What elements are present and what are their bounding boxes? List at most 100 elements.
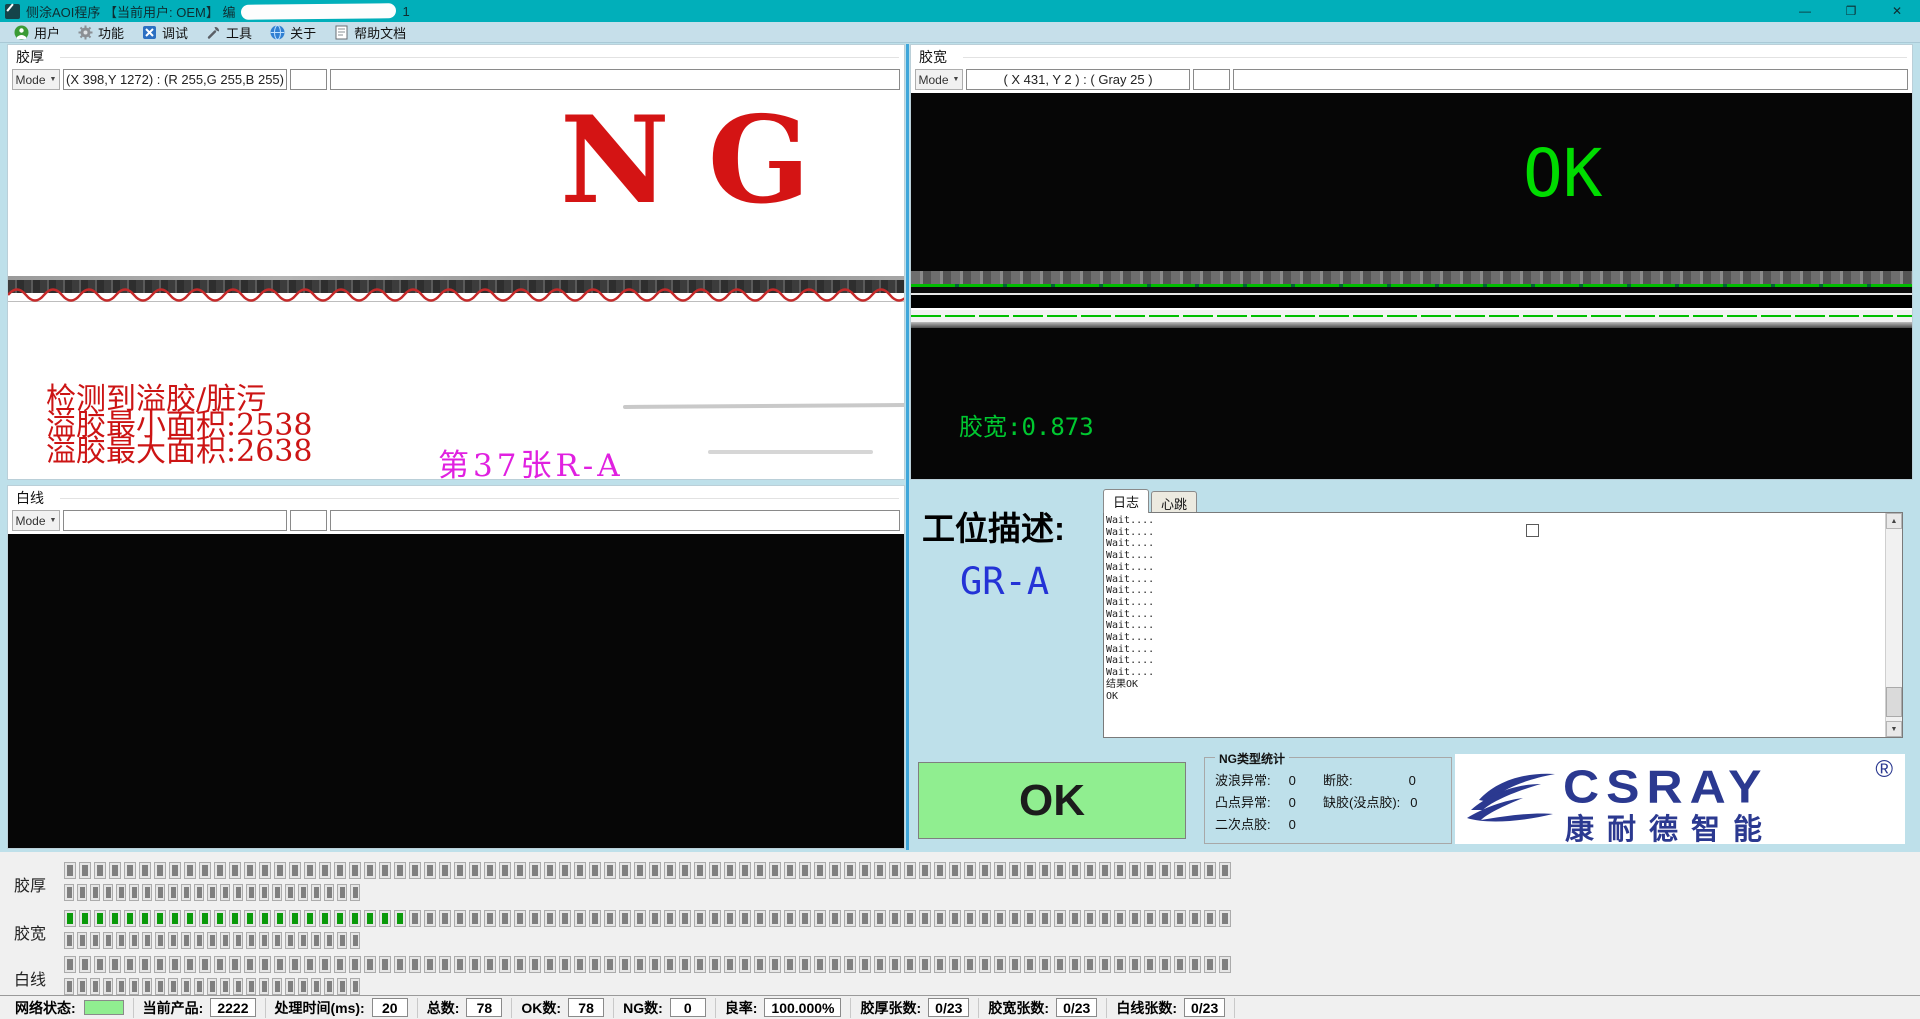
frame-indicator: [103, 978, 113, 995]
frame-indicator: [214, 956, 226, 973]
frame-indicator: [664, 862, 676, 879]
frame-indicator: [769, 910, 781, 927]
log-panel: Wait....Wait....Wait....Wait....Wait....…: [1103, 512, 1903, 738]
menu-item-help[interactable]: 帮助文档: [328, 22, 418, 43]
status-item: 白线张数:0/23: [1107, 998, 1235, 1018]
frame-indicator: [769, 956, 781, 973]
width-info-box: [1233, 69, 1908, 90]
frame-indicator: [424, 956, 436, 973]
frame-indicator: [94, 862, 106, 879]
white-line-image-view[interactable]: [8, 534, 904, 848]
frame-indicator: [79, 956, 91, 973]
frame-indicator: [544, 910, 556, 927]
menu-item-function[interactable]: 功能: [72, 22, 136, 43]
frame-indicator: [169, 956, 181, 973]
frame-indicator: [168, 884, 178, 901]
frame-indicator: [319, 910, 331, 927]
frame-indicator: [889, 956, 901, 973]
frame-indicator: [272, 932, 282, 949]
width-image-view[interactable]: OK 胶宽:0.873: [911, 93, 1912, 479]
frame-indicator: [784, 910, 796, 927]
frame-indicator: [529, 862, 541, 879]
frame-indicator: [116, 884, 126, 901]
frame-indicator: [1069, 862, 1081, 879]
log-line: Wait....: [1106, 609, 1883, 621]
frame-indicator: [409, 862, 421, 879]
menu-item-label: 调试: [162, 23, 188, 42]
thickness-mode-dropdown[interactable]: Mode▼: [12, 69, 60, 90]
frame-indicator: [1174, 862, 1186, 879]
width-mode-dropdown[interactable]: Mode▼: [915, 69, 963, 90]
frame-indicator: [499, 956, 511, 973]
frame-indicator: [274, 862, 286, 879]
width-measurement-text: 胶宽:0.873: [959, 407, 1094, 442]
frame-indicator: [1159, 862, 1171, 879]
frame-indicator: [90, 884, 100, 901]
status-item-value: 0: [670, 998, 706, 1017]
menu-item-user[interactable]: 用户: [8, 22, 72, 43]
frame-indicator: [1009, 862, 1021, 879]
frame-indicator: [679, 862, 691, 879]
menu-item-debug[interactable]: 调试: [136, 22, 200, 43]
frame-indicator: [874, 910, 886, 927]
frame-indicator: [1084, 910, 1096, 927]
white-line-mode-dropdown[interactable]: Mode▼: [12, 510, 60, 531]
frame-indicator: [184, 910, 196, 927]
frame-indicator: [207, 932, 217, 949]
frame-indicator: [484, 910, 496, 927]
status-item-label: 良率:: [725, 998, 758, 1018]
status-item-label: 胶厚张数:: [860, 998, 921, 1018]
tab-heartbeat[interactable]: 心跳: [1151, 491, 1197, 514]
brand-logo-card: CSRAY ® 康耐德智能: [1455, 754, 1905, 844]
frame-indicator: [274, 956, 286, 973]
frame-indicator: [1009, 956, 1021, 973]
frame-indicator: [694, 956, 706, 973]
frame-indicator: [1054, 956, 1066, 973]
overall-result-button[interactable]: OK: [918, 762, 1186, 839]
minimize-button[interactable]: —: [1782, 0, 1828, 22]
frame-indicator: [259, 884, 269, 901]
frame-indicator: [1114, 956, 1126, 973]
frame-indicator: [469, 862, 481, 879]
thickness-image-view[interactable]: NG 检测到溢胶/脏污 溢胶最小面积:2538 溢胶最大面积:2638 第37张…: [8, 93, 904, 479]
frame-indicator: [349, 862, 361, 879]
width-toolbar: Mode▼ ( X 431, Y 2 ) : ( Gray 25 ): [915, 69, 1908, 90]
scroll-down-icon[interactable]: ▼: [1886, 721, 1902, 737]
panel-white-line: 白线 Mode▼: [7, 485, 905, 849]
frame-indicator: [634, 910, 646, 927]
frame-indicator: [1174, 910, 1186, 927]
vertical-splitter[interactable]: [906, 44, 909, 850]
frame-indicator: [1084, 956, 1096, 973]
frame-indicator: [129, 884, 139, 901]
frame-indicator: [784, 956, 796, 973]
frame-indicator: [829, 910, 841, 927]
log-checkbox[interactable]: [1526, 524, 1539, 537]
scrollbar-thumb[interactable]: [1886, 687, 1902, 717]
scroll-up-icon[interactable]: ▲: [1886, 513, 1902, 529]
frame-indicator: [184, 862, 196, 879]
maximize-button[interactable]: ❐: [1828, 0, 1874, 22]
frame-indicator: [994, 956, 1006, 973]
menu-item-tools[interactable]: 工具: [200, 22, 264, 43]
log-line: Wait....: [1106, 538, 1883, 550]
frame-indicator: [724, 956, 736, 973]
log-scrollbar[interactable]: ▲ ▼: [1885, 513, 1902, 737]
frame-indicator: [709, 862, 721, 879]
tab-log[interactable]: 日志: [1103, 489, 1149, 513]
close-button[interactable]: ✕: [1874, 0, 1920, 22]
frame-indicator: [349, 956, 361, 973]
indicator-row: [64, 932, 360, 949]
frame-tag-overlay: 第37张R-A: [438, 440, 624, 479]
log-list[interactable]: Wait....Wait....Wait....Wait....Wait....…: [1106, 515, 1883, 735]
frame-indicator: [574, 910, 586, 927]
frame-indicator: [1129, 956, 1141, 973]
frame-indicator: [289, 956, 301, 973]
frame-indicator: [142, 884, 152, 901]
frame-indicator: [1099, 862, 1111, 879]
app-window: 侧涂AOI程序 【当前用户: OEM】 编 1 — ❐ ✕ 用户 功能 调试 工…: [0, 0, 1920, 1019]
menu-item-about[interactable]: 关于: [264, 22, 328, 43]
frame-indicator: [739, 910, 751, 927]
frame-indicator: [77, 932, 87, 949]
frame-indicator: [207, 978, 217, 995]
frame-indicator: [694, 910, 706, 927]
